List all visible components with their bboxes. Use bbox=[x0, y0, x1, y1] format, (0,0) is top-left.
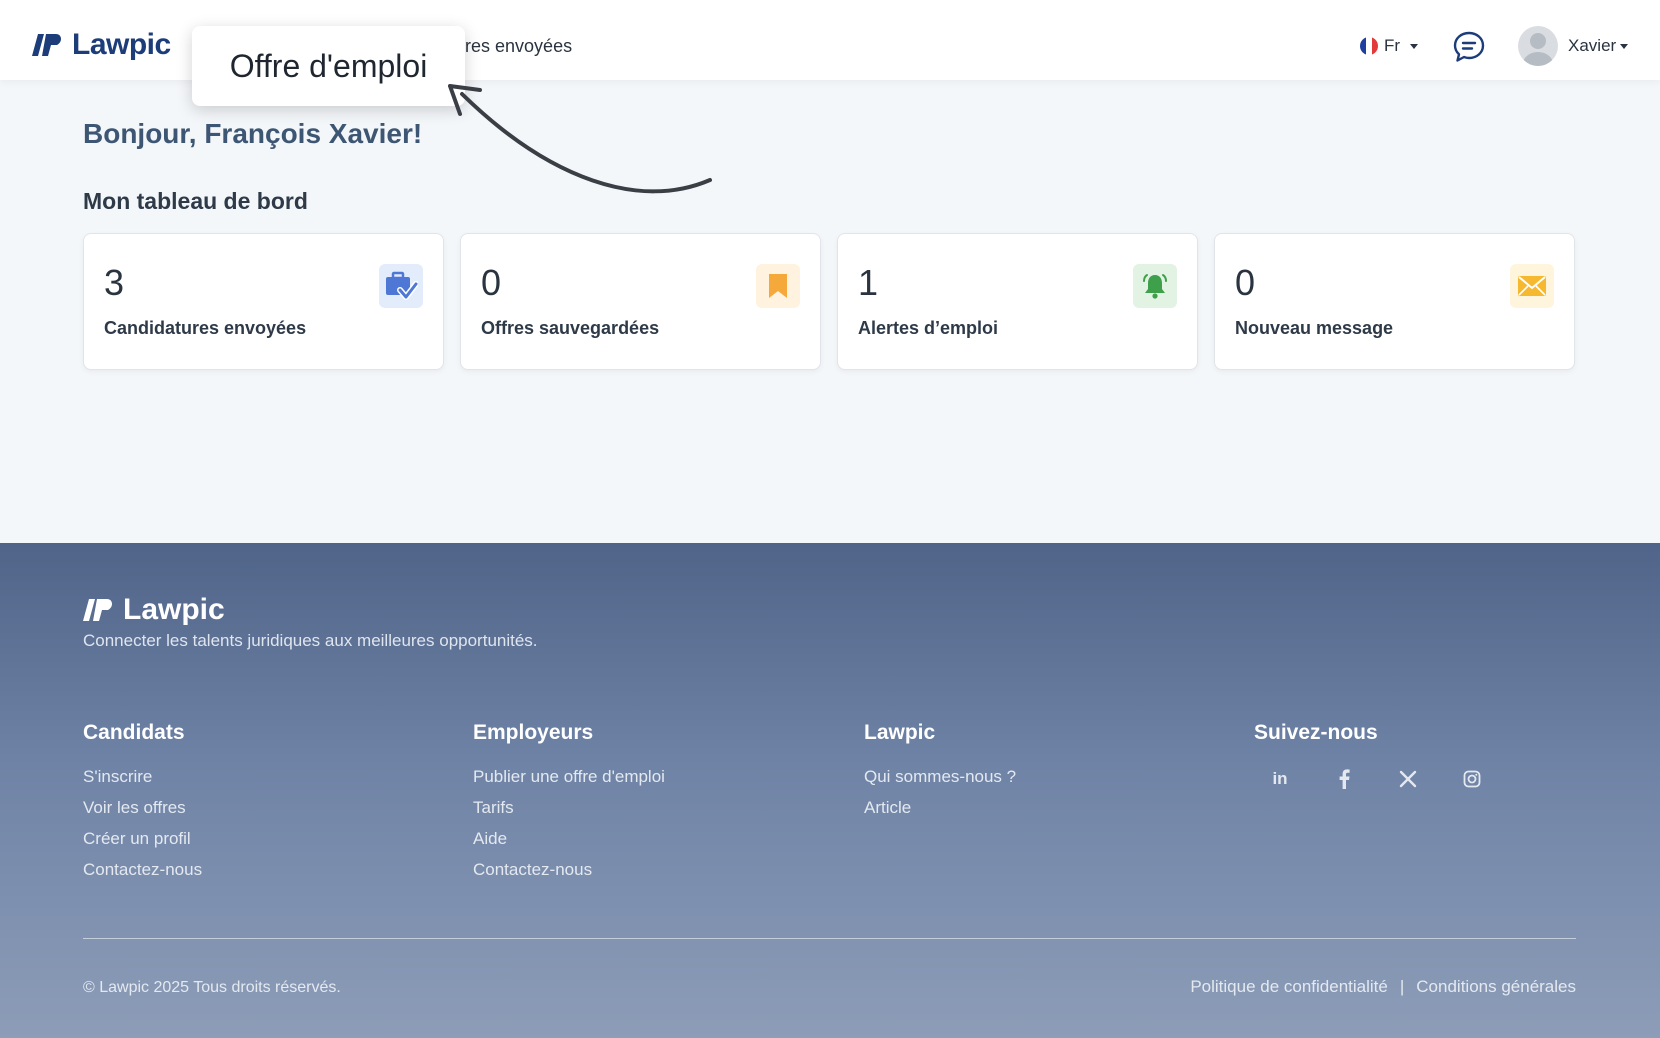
privacy-policy-link[interactable]: Politique de confidentialité bbox=[1190, 977, 1388, 997]
footer-link-voir-offres[interactable]: Voir les offres bbox=[83, 798, 202, 818]
site-footer: Lawpic Connecter les talents juridiques … bbox=[0, 543, 1660, 1038]
dashboard-cards: 3 Candidatures envoyées 0 Offres sauvega… bbox=[83, 233, 1575, 370]
footer-link-sinscrire[interactable]: S'inscrire bbox=[83, 767, 202, 787]
nav-tooltip-callout: Offre d'emploi bbox=[192, 26, 465, 106]
lawpic-logo-icon bbox=[83, 599, 113, 621]
stat-label: Candidatures envoyées bbox=[104, 318, 307, 338]
footer-column-title: Employeurs bbox=[473, 721, 594, 744]
social-links: in bbox=[1268, 767, 1484, 791]
stat-card-applications[interactable]: 3 Candidatures envoyées bbox=[83, 233, 444, 370]
avatar bbox=[1518, 26, 1558, 66]
footer-column-title: Lawpic bbox=[864, 721, 936, 744]
pointer-arrow-icon bbox=[448, 84, 712, 194]
stat-label: Alertes d’emploi bbox=[858, 318, 999, 338]
instagram-icon[interactable] bbox=[1460, 767, 1484, 791]
footer-link-contact[interactable]: Contactez-nous bbox=[473, 860, 665, 880]
terms-link[interactable]: Conditions générales bbox=[1416, 977, 1576, 997]
stat-card-new-message[interactable]: 0 Nouveau message bbox=[1214, 233, 1575, 370]
user-menu[interactable]: Xavier bbox=[1518, 26, 1629, 66]
x-icon[interactable] bbox=[1396, 767, 1420, 791]
footer-link-aide[interactable]: Aide bbox=[473, 829, 665, 849]
legal-links: Politique de confidentialité | Condition… bbox=[1190, 977, 1576, 997]
user-name: Xavier bbox=[1568, 36, 1617, 55]
linkedin-icon[interactable]: in bbox=[1268, 767, 1292, 791]
stat-card-job-alerts[interactable]: 1 Alertes d’emploi bbox=[837, 233, 1198, 370]
stat-value: 3 bbox=[104, 262, 125, 303]
legal-separator: | bbox=[1399, 977, 1405, 996]
copyright-text: © Lawpic 2025 Tous droits réservés. bbox=[83, 979, 341, 996]
bell-icon bbox=[1133, 264, 1177, 308]
france-flag-icon bbox=[1360, 37, 1378, 55]
footer-column-lawpic: Lawpic Qui sommes-nous ? Article bbox=[864, 721, 1016, 829]
footer-column-candidats: Candidats S'inscrire Voir les offres Cré… bbox=[83, 721, 202, 891]
chevron-down-icon bbox=[1410, 43, 1419, 49]
footer-link-about[interactable]: Qui sommes-nous ? bbox=[864, 767, 1016, 787]
footer-column-social: Suivez-nous in bbox=[1254, 721, 1484, 791]
footer-link-article[interactable]: Article bbox=[864, 798, 1016, 818]
greeting-title: Bonjour, François Xavier! bbox=[83, 118, 423, 149]
envelope-icon bbox=[1510, 264, 1554, 308]
stat-value: 0 bbox=[1235, 262, 1256, 303]
brand-name: Lawpic bbox=[72, 28, 171, 61]
footer-column-title: Candidats bbox=[83, 721, 185, 744]
stat-value: 0 bbox=[481, 262, 502, 303]
dashboard-title: Mon tableau de bord bbox=[83, 188, 308, 214]
chevron-down-icon bbox=[1620, 43, 1629, 49]
footer-link-publier-offre[interactable]: Publier une offre d'emploi bbox=[473, 767, 665, 787]
footer-column-employeurs: Employeurs Publier une offre d'emploi Ta… bbox=[473, 721, 665, 891]
footer-tagline: Connecter les talents juridiques aux mei… bbox=[83, 631, 538, 650]
footer-link-creer-profil[interactable]: Créer un profil bbox=[83, 829, 202, 849]
chat-icon[interactable] bbox=[1452, 30, 1486, 64]
stat-label: Nouveau message bbox=[1235, 318, 1394, 338]
stat-card-saved-offers[interactable]: 0 Offres sauvegardées bbox=[460, 233, 821, 370]
facebook-icon[interactable] bbox=[1332, 767, 1356, 791]
language-selector[interactable]: Fr bbox=[1360, 36, 1419, 56]
stat-label: Offres sauvegardées bbox=[481, 318, 660, 338]
footer-column-title: Suivez-nous bbox=[1254, 721, 1378, 744]
footer-logo[interactable]: Lawpic bbox=[83, 593, 225, 627]
footer-brand-name: Lawpic bbox=[123, 593, 225, 626]
stat-value: 1 bbox=[858, 262, 879, 303]
language-label: Fr bbox=[1384, 36, 1401, 55]
briefcase-check-icon bbox=[379, 264, 423, 308]
lawpic-logo-icon bbox=[32, 34, 62, 56]
footer-divider bbox=[83, 938, 1576, 939]
footer-link-contact[interactable]: Contactez-nous bbox=[83, 860, 202, 880]
footer-link-tarifs[interactable]: Tarifs bbox=[473, 798, 665, 818]
bookmark-icon bbox=[756, 264, 800, 308]
brand-logo[interactable]: Lawpic bbox=[32, 28, 171, 62]
